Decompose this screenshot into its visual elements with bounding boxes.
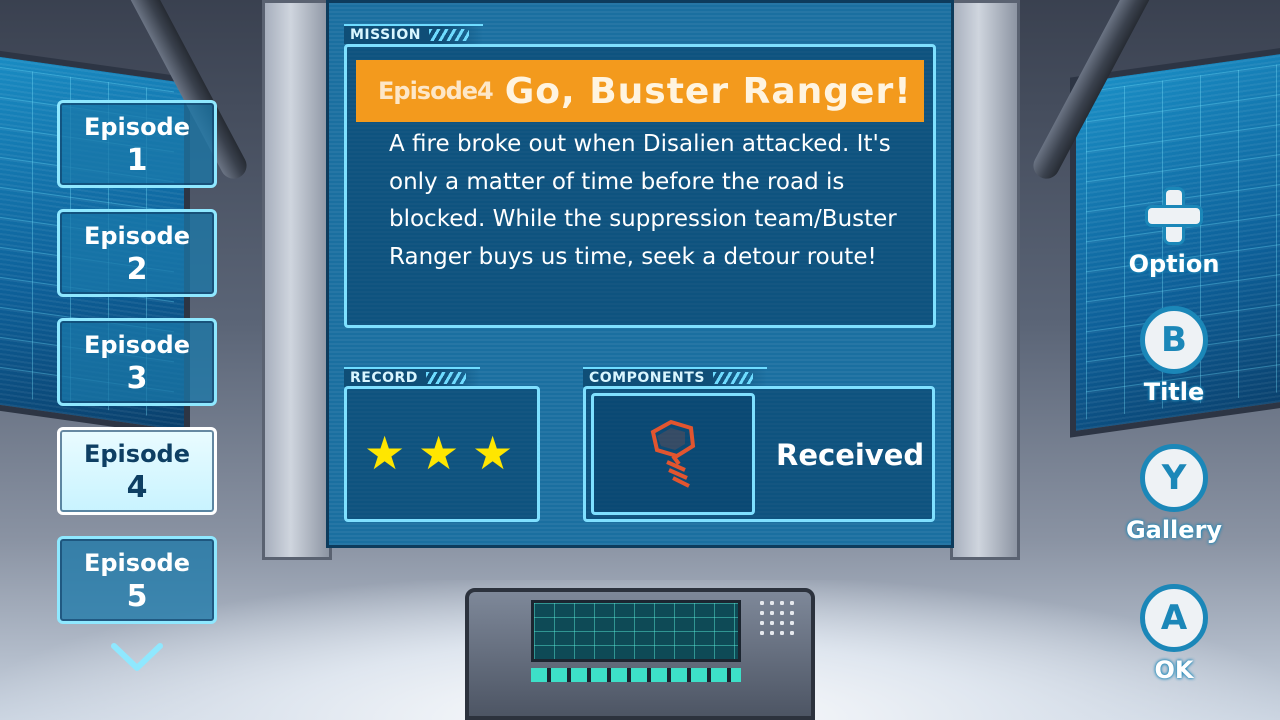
title-label: Title xyxy=(1143,378,1205,406)
y-button-icon: Y xyxy=(1140,444,1208,512)
episode-number: 3 xyxy=(126,361,148,396)
control-console xyxy=(465,588,815,720)
background-pillar-left xyxy=(262,0,332,560)
episode-number: 1 xyxy=(126,143,148,178)
record-section-tag: RECORD xyxy=(344,367,480,387)
episode-number: 5 xyxy=(126,579,148,614)
gallery-button[interactable]: Y Gallery xyxy=(1122,444,1226,544)
episode-button-3[interactable]: Episode 3 xyxy=(57,318,217,406)
episode-label: Episode xyxy=(83,440,191,468)
bolt-icon xyxy=(650,419,696,488)
option-label: Option xyxy=(1128,250,1220,278)
console-keypad xyxy=(757,598,797,638)
a-button-icon: A xyxy=(1140,584,1208,652)
star-icon: ★ xyxy=(364,426,406,480)
record-section-label: RECORD xyxy=(350,370,418,386)
mission-episode-tag: Episode4 xyxy=(378,77,494,105)
mission-section-tag: MISSION xyxy=(344,24,484,44)
ok-button[interactable]: A OK xyxy=(1126,584,1222,684)
episode-label: Episode xyxy=(83,549,191,577)
star-icon: ★ xyxy=(472,426,514,480)
console-map-screen xyxy=(531,600,741,662)
gallery-label: Gallery xyxy=(1125,516,1223,544)
episode-number: 2 xyxy=(126,252,148,287)
episode-button-4[interactable]: Episode 4 xyxy=(57,427,217,515)
episode-button-2[interactable]: Episode 2 xyxy=(57,209,217,297)
title-button[interactable]: B Title xyxy=(1126,306,1222,406)
b-button-icon: B xyxy=(1140,306,1208,374)
episode-button-5[interactable]: Episode 5 xyxy=(57,536,217,624)
background-pillar-right xyxy=(950,0,1020,560)
star-icon: ★ xyxy=(418,426,460,480)
components-section-label: COMPONENTS xyxy=(589,370,705,386)
record-stars: ★ ★ ★ xyxy=(364,426,514,480)
mission-description: A fire broke out when Disalien attacked.… xyxy=(389,131,897,270)
episode-label: Episode xyxy=(83,113,191,141)
mission-title: Go, Buster Ranger! xyxy=(504,70,912,112)
components-section-tag: COMPONENTS xyxy=(583,367,767,387)
mission-title-bar: Episode4 Go, Buster Ranger! xyxy=(356,60,924,122)
option-button[interactable]: Option xyxy=(1126,186,1222,278)
chevron-down-icon xyxy=(111,643,163,671)
component-item-slot xyxy=(591,393,755,515)
plus-icon xyxy=(1144,186,1204,246)
ok-label: OK xyxy=(1154,656,1194,684)
mission-section-label: MISSION xyxy=(350,27,422,43)
episode-label: Episode xyxy=(83,222,191,250)
component-status: Received xyxy=(776,438,925,472)
console-keys xyxy=(531,668,741,682)
episode-number: 4 xyxy=(126,470,148,505)
scroll-down-button[interactable] xyxy=(110,640,164,674)
episode-label: Episode xyxy=(83,331,191,359)
episode-button-1[interactable]: Episode 1 xyxy=(57,100,217,188)
